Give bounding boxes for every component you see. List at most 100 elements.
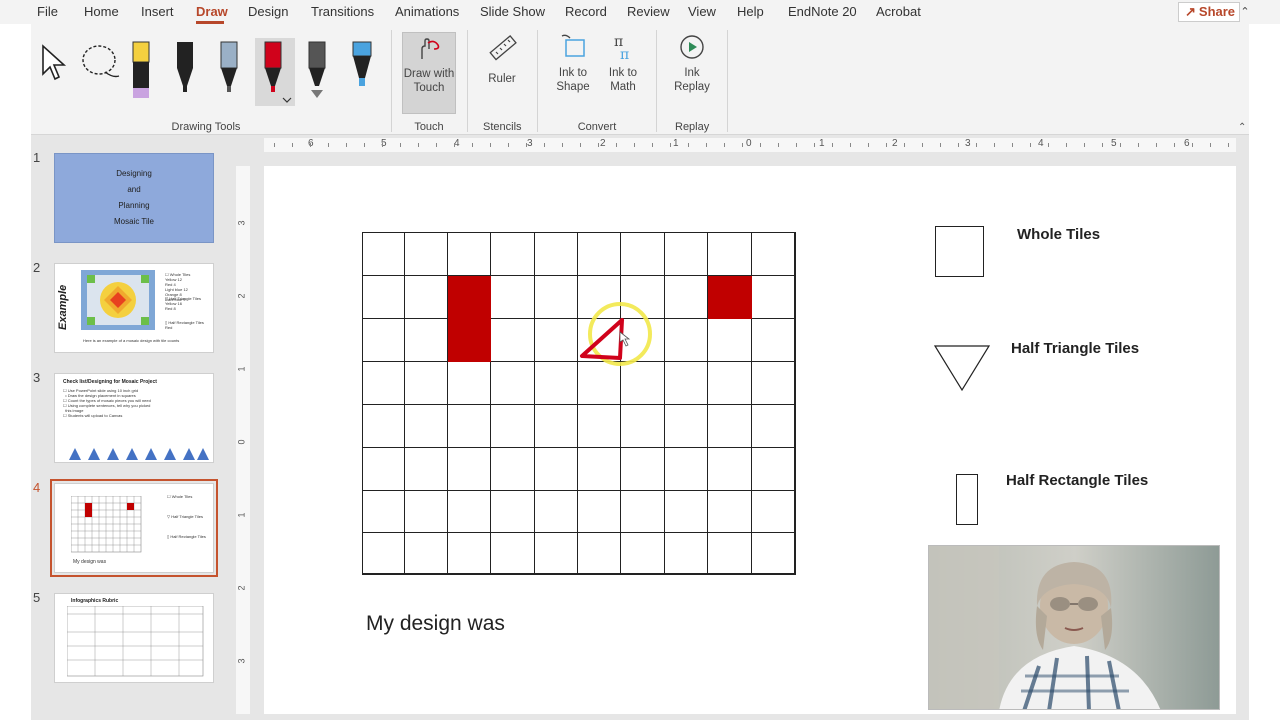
tab-draw[interactable]: Draw bbox=[196, 4, 228, 19]
tab-endnote[interactable]: EndNote 20 bbox=[788, 4, 857, 19]
grid-cell[interactable] bbox=[490, 532, 535, 574]
grid-cell[interactable] bbox=[620, 404, 665, 448]
grid-cell[interactable] bbox=[664, 532, 708, 574]
grid-cell[interactable] bbox=[404, 447, 448, 491]
grid-cell[interactable] bbox=[751, 361, 795, 405]
ruler-button[interactable]: Ruler bbox=[481, 32, 523, 86]
grid-cell[interactable] bbox=[664, 404, 708, 448]
tab-insert[interactable]: Insert bbox=[141, 4, 174, 19]
ink-replay-button[interactable]: Ink Replay bbox=[672, 32, 712, 94]
slide-thumbnail-2[interactable]: Example ☐ Whole Tiles Yellow 12 Red 4 Light… bbox=[54, 263, 214, 353]
grid-cell[interactable] bbox=[707, 404, 752, 448]
grid-cell[interactable] bbox=[490, 232, 535, 276]
grid-cell[interactable] bbox=[577, 232, 621, 276]
grid-cell[interactable] bbox=[620, 447, 665, 491]
share-button[interactable]: ↗ Share bbox=[1178, 2, 1240, 22]
grid-cell[interactable] bbox=[534, 404, 578, 448]
grid-cell[interactable] bbox=[707, 532, 752, 574]
tab-animations[interactable]: Animations bbox=[395, 4, 459, 19]
grid-cell[interactable] bbox=[664, 490, 708, 533]
pencil-gray-icon[interactable] bbox=[220, 41, 238, 92]
grid-cell[interactable] bbox=[362, 232, 405, 276]
grid-cell[interactable] bbox=[404, 361, 448, 405]
pen-dark-gray-icon[interactable] bbox=[308, 41, 326, 98]
tab-slide-show[interactable]: Slide Show bbox=[480, 4, 545, 19]
slide-thumbnail-4[interactable]: ☐ Whole Tiles ▽ Half Triangle Tiles ▯ Ha… bbox=[50, 479, 218, 577]
grid-cell[interactable] bbox=[751, 447, 795, 491]
grid-cell[interactable] bbox=[707, 318, 752, 362]
grid-cell[interactable] bbox=[447, 532, 491, 574]
collapse-ribbon-icon[interactable]: ⌃ bbox=[1238, 122, 1246, 133]
grid-cell[interactable] bbox=[404, 490, 448, 533]
grid-cell[interactable] bbox=[447, 490, 491, 533]
tab-design[interactable]: Design bbox=[248, 4, 288, 19]
lasso-select-tool[interactable] bbox=[79, 42, 121, 86]
grid-cell[interactable] bbox=[490, 318, 535, 362]
grid-cell[interactable] bbox=[534, 490, 578, 533]
grid-cell[interactable] bbox=[534, 532, 578, 574]
grid-cell[interactable] bbox=[751, 404, 795, 448]
grid-cell[interactable] bbox=[362, 275, 405, 319]
ink-to-math-button[interactable]: π π Ink to Math bbox=[603, 32, 643, 94]
slide-thumbnail-5[interactable]: Infographics Rubric bbox=[54, 593, 214, 683]
grid-cell[interactable] bbox=[620, 490, 665, 533]
grid-cell[interactable] bbox=[404, 318, 448, 362]
grid-cell[interactable] bbox=[490, 404, 535, 448]
grid-cell[interactable] bbox=[534, 447, 578, 491]
grid-cell[interactable] bbox=[490, 361, 535, 405]
grid-cell[interactable] bbox=[751, 318, 795, 362]
grid-cell[interactable] bbox=[751, 490, 795, 533]
grid-cell[interactable] bbox=[664, 447, 708, 491]
grid-cell[interactable] bbox=[447, 404, 491, 448]
grid-cell[interactable] bbox=[751, 275, 795, 319]
grid-cell[interactable] bbox=[404, 404, 448, 448]
highlighter-yellow-icon[interactable] bbox=[132, 41, 150, 98]
pen-blue-icon[interactable] bbox=[352, 41, 372, 86]
grid-cell[interactable] bbox=[447, 232, 491, 276]
tab-record[interactable]: Record bbox=[565, 4, 607, 19]
select-tool[interactable] bbox=[39, 42, 69, 86]
grid-cell[interactable] bbox=[404, 275, 448, 319]
grid-cell[interactable] bbox=[447, 447, 491, 491]
grid-cell[interactable] bbox=[664, 232, 708, 276]
tab-view[interactable]: View bbox=[688, 4, 716, 19]
grid-cell[interactable] bbox=[490, 275, 535, 319]
tab-transitions[interactable]: Transitions bbox=[311, 4, 374, 19]
red-tile[interactable] bbox=[708, 276, 752, 319]
draw-with-touch-button[interactable]: Draw with Touch bbox=[402, 32, 456, 114]
grid-cell[interactable] bbox=[707, 232, 752, 276]
grid-cell[interactable] bbox=[362, 361, 405, 405]
tab-help[interactable]: Help bbox=[737, 4, 764, 19]
grid-cell[interactable] bbox=[534, 232, 578, 276]
grid-cell[interactable] bbox=[490, 490, 535, 533]
grid-cell[interactable] bbox=[362, 490, 405, 533]
grid-cell[interactable] bbox=[577, 404, 621, 448]
tab-acrobat[interactable]: Acrobat bbox=[876, 4, 921, 19]
grid-cell[interactable] bbox=[620, 532, 665, 574]
mosaic-grid[interactable] bbox=[362, 232, 796, 575]
grid-cell[interactable] bbox=[751, 232, 795, 276]
red-tile[interactable] bbox=[448, 319, 491, 362]
grid-cell[interactable] bbox=[404, 232, 448, 276]
grid-cell[interactable] bbox=[362, 532, 405, 574]
pen-gallery[interactable] bbox=[127, 38, 387, 108]
design-caption-text[interactable]: My design was bbox=[366, 612, 505, 636]
grid-cell[interactable] bbox=[404, 532, 448, 574]
tab-home[interactable]: Home bbox=[84, 4, 119, 19]
red-tile[interactable] bbox=[448, 276, 491, 319]
grid-cell[interactable] bbox=[707, 490, 752, 533]
grid-cell[interactable] bbox=[490, 447, 535, 491]
slide-thumbnail-3[interactable]: Check list/Designing for Mosaic Project … bbox=[54, 373, 214, 463]
slide-thumbnail-1[interactable]: Designing and Planning Mosaic Tile bbox=[54, 153, 214, 243]
pen-black-icon[interactable] bbox=[177, 42, 193, 92]
grid-cell[interactable] bbox=[362, 404, 405, 448]
grid-cell[interactable] bbox=[707, 361, 752, 405]
ink-to-shape-button[interactable]: Ink to Shape bbox=[553, 32, 593, 94]
grid-cell[interactable] bbox=[707, 447, 752, 491]
grid-cell[interactable] bbox=[577, 447, 621, 491]
grid-cell[interactable] bbox=[362, 447, 405, 491]
grid-cell[interactable] bbox=[447, 361, 491, 405]
grid-cell[interactable] bbox=[577, 490, 621, 533]
grid-cell[interactable] bbox=[620, 232, 665, 276]
tab-review[interactable]: Review bbox=[627, 4, 670, 19]
